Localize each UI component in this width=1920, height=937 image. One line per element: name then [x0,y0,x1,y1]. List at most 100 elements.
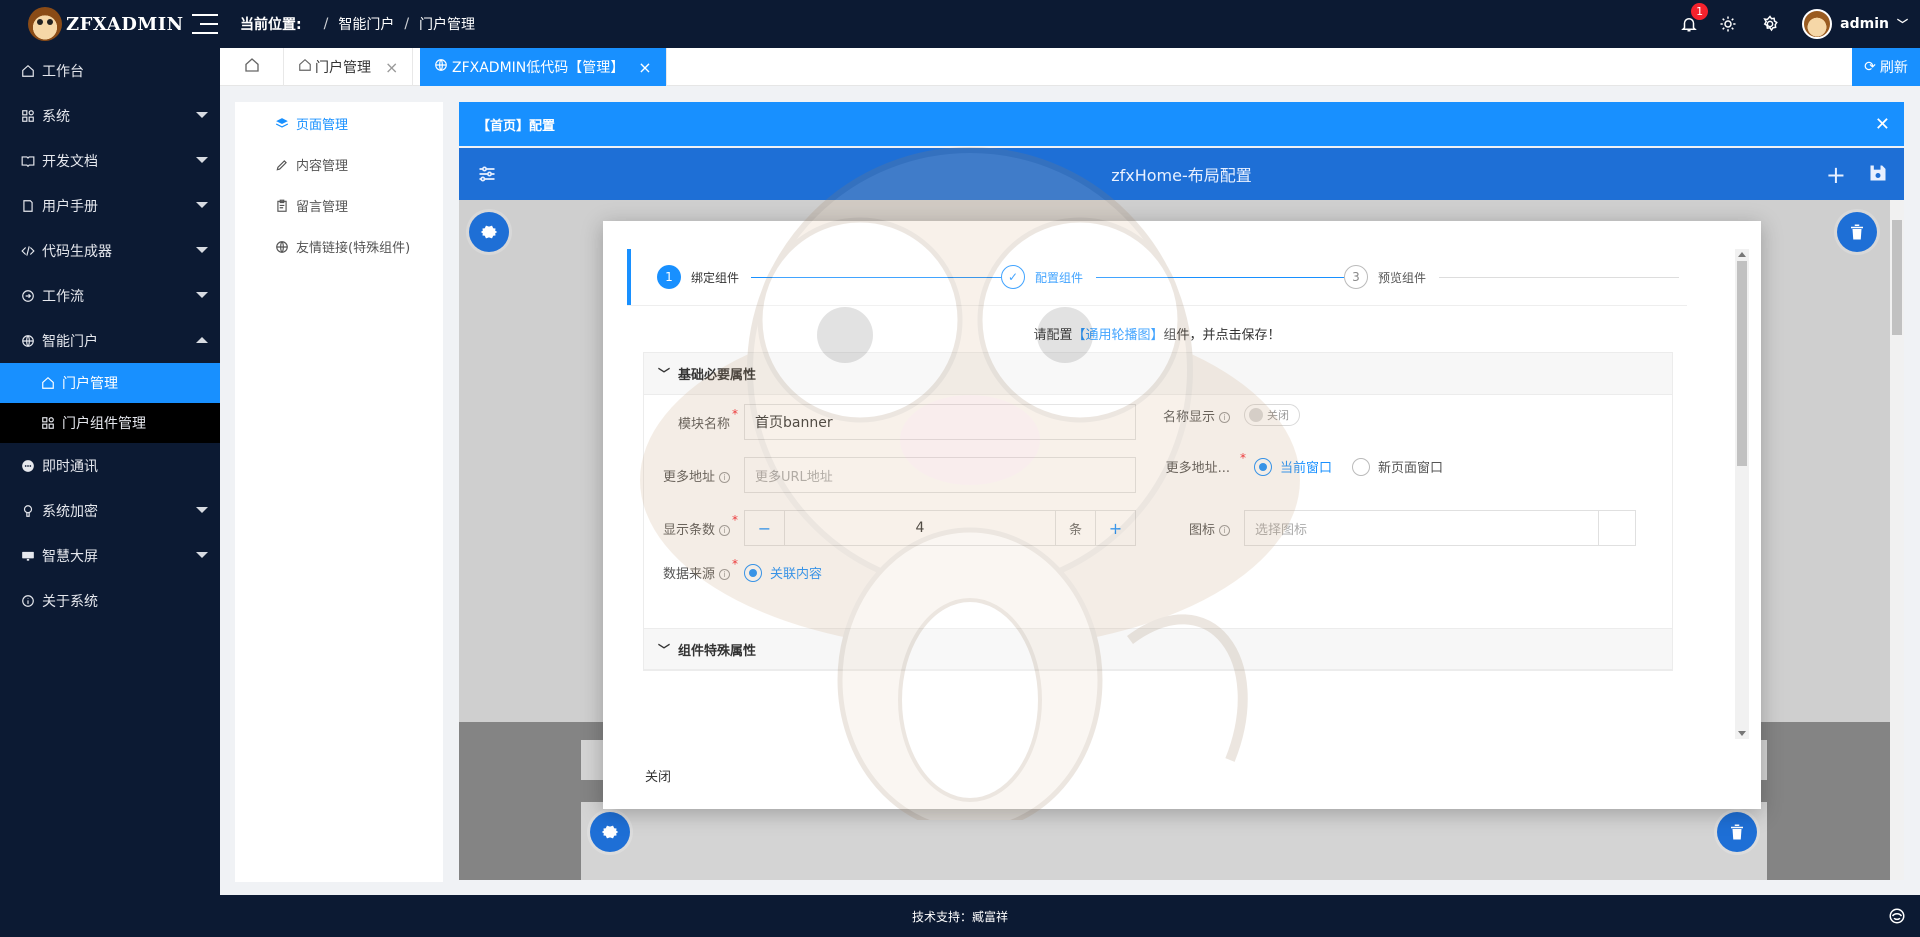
sidebar-item-label: 门户组件管理 [62,416,146,432]
sidebar-item-dev-docs[interactable]: 开发文档 [0,138,220,183]
sidebar-item-user-manual[interactable]: 用户手册 [0,183,220,228]
refresh-button[interactable]: ⟳ 刷新 [1852,48,1920,86]
sidebar-item-smart-portal[interactable]: 智能门户 [0,318,220,363]
sliders-icon[interactable] [477,164,497,188]
sidebar-item-workflow[interactable]: 工作流 [0,273,220,318]
book-icon [20,153,36,169]
sidebar-toggle-button[interactable] [192,14,218,34]
radio-current-window[interactable]: 当前窗口 [1254,457,1332,476]
info-icon: i [1219,411,1230,423]
sidebar-item-label: 开发文档 [42,153,98,170]
caret-up-icon [196,337,208,343]
more-url-field: 更多地址 i 更多URL地址 [644,457,1136,493]
info-icon: i [719,569,730,580]
breadcrumb: 当前位置: / 智能门户 / 门户管理 [240,14,476,34]
delete-icon[interactable] [1717,812,1757,852]
caret-down-icon [196,292,208,298]
add-icon[interactable]: + [1826,161,1846,189]
flow-icon [20,288,36,304]
sidebar-item-portal-management[interactable]: 门户管理 [0,363,220,403]
increment-button[interactable]: + [1095,511,1135,545]
home-icon [298,58,312,76]
sidebar-item-label: 门户管理 [62,376,118,392]
data-source-field: 数据来源 i * 关联内容 [662,557,823,582]
sidebar-item-label: 智能门户 [42,333,98,350]
canvas-scrollbar[interactable] [1890,200,1904,880]
notification-bell-icon[interactable]: 1 [1680,3,1709,33]
sidebar-item-system[interactable]: 系统 [0,93,220,138]
sidebar-item-big-screen[interactable]: 智慧大屏 [0,533,220,578]
tab-portal-management[interactable]: 门户管理 × [284,48,414,86]
close-icon[interactable]: × [638,58,651,77]
sidebar-item-im[interactable]: 即时通讯 [0,443,220,488]
chevron-down-icon: ﹀ [658,367,671,381]
layout-title: zfxHome-布局配置 [1111,166,1252,185]
settings-gear-icon[interactable] [590,812,630,852]
chevron-down-icon: ﹀ [1897,18,1908,31]
breadcrumb-item[interactable]: 门户管理 [419,14,475,34]
top-right-tools: 1 admin ﹀ [1680,0,1920,48]
layout-block[interactable] [581,802,1767,880]
home-icon [20,63,36,79]
config-panel-header: 【首页】配置 ✕ [459,102,1904,146]
sidebar-item-portal-components[interactable]: 门户组件管理 [0,403,220,443]
user-menu[interactable]: admin ﹀ [1802,9,1908,39]
sidebar-item-encryption[interactable]: 系统加密 [0,488,220,533]
icon-picker-input[interactable]: 选择图标 [1244,510,1636,546]
breadcrumb-item[interactable]: 智能门户 [338,14,394,34]
globe-icon [20,333,36,349]
caret-down-icon [196,247,208,253]
notification-badge: 1 [1691,3,1709,20]
close-icon[interactable]: ✕ [1875,114,1890,135]
steps-bar: 1 绑定组件 ✓ 配置组件 3 预览组件 [627,249,1687,305]
globe-icon [275,240,289,254]
info-icon: i [719,471,730,483]
radio-new-window[interactable]: 新页面窗口 [1352,457,1443,476]
nav-page-management[interactable]: 页面管理 [235,103,443,144]
tab-home[interactable] [220,48,284,86]
sidebar-submenu: 门户管理 门户组件管理 [0,363,220,443]
component-config-modal: 1 绑定组件 ✓ 配置组件 3 预览组件 请配置【通用轮播图】组件，并点击保存！… [603,221,1761,809]
nav-friend-links[interactable]: 友情链接(特殊组件) [235,226,443,267]
radio-linked-content[interactable]: 关联内容 [744,563,822,582]
name-display-toggle[interactable]: 关闭 [1244,404,1300,426]
breadcrumb-label: 当前位置: [240,17,302,33]
sidebar-item-workbench[interactable]: 工作台 [0,48,220,93]
settings-gear-icon[interactable] [469,212,509,252]
module-name-field: 模块名称 * 首页banner [644,404,1136,440]
close-button[interactable]: 关闭 [645,766,671,785]
caret-down-icon [196,112,208,118]
nav-content-management[interactable]: 内容管理 [235,144,443,185]
sidebar-item-label: 代码生成器 [42,243,112,260]
code-icon [20,243,36,259]
module-name-input[interactable]: 首页banner [744,404,1136,440]
delete-icon[interactable] [1837,212,1877,252]
portal-left-nav: 页面管理 内容管理 留言管理 友情链接(特殊组件) [235,102,443,882]
more-url-open-field: 更多地址... * 当前窗口 新页面窗口 [1165,451,1444,476]
settings-gear-icon[interactable] [1760,14,1780,34]
basic-properties-form: 模块名称 * 首页banner 名称显示 i 关闭 更多地址 i 更多URL地址 更多… [644,395,1672,628]
sidebar-item-label: 系统加密 [42,503,98,520]
sidebar-item-code-generator[interactable]: 代码生成器 [0,228,220,273]
close-icon[interactable]: × [385,58,398,77]
modal-scrollbar[interactable] [1735,249,1749,739]
tab-lowcode-management[interactable]: ZFXADMIN低代码【管理】 × [420,48,667,86]
decrement-button[interactable]: − [745,511,785,545]
caret-down-icon [196,157,208,163]
nav-message-management[interactable]: 留言管理 [235,185,443,226]
apps-icon [20,108,36,124]
display-count-field: 显示条数 i * − 4 条 + [644,510,1136,546]
basic-properties-header[interactable]: ﹀ 基础必要属性 [644,353,1672,395]
theme-sun-icon[interactable] [1718,14,1738,34]
eye-icon[interactable] [1888,907,1906,928]
chevron-down-icon: ﹀ [658,642,671,657]
monkey-logo-icon [28,7,62,41]
caret-down-icon [196,552,208,558]
special-properties-header[interactable]: ﹀ 组件特殊属性 [644,628,1672,670]
sidebar-item-about[interactable]: 关于系统 [0,578,220,623]
edit-icon [275,158,289,172]
logo[interactable]: ZFXADMIN [0,0,220,48]
more-url-input[interactable]: 更多URL地址 [744,457,1136,493]
bulb-icon [20,503,36,519]
save-icon[interactable] [1868,163,1888,187]
